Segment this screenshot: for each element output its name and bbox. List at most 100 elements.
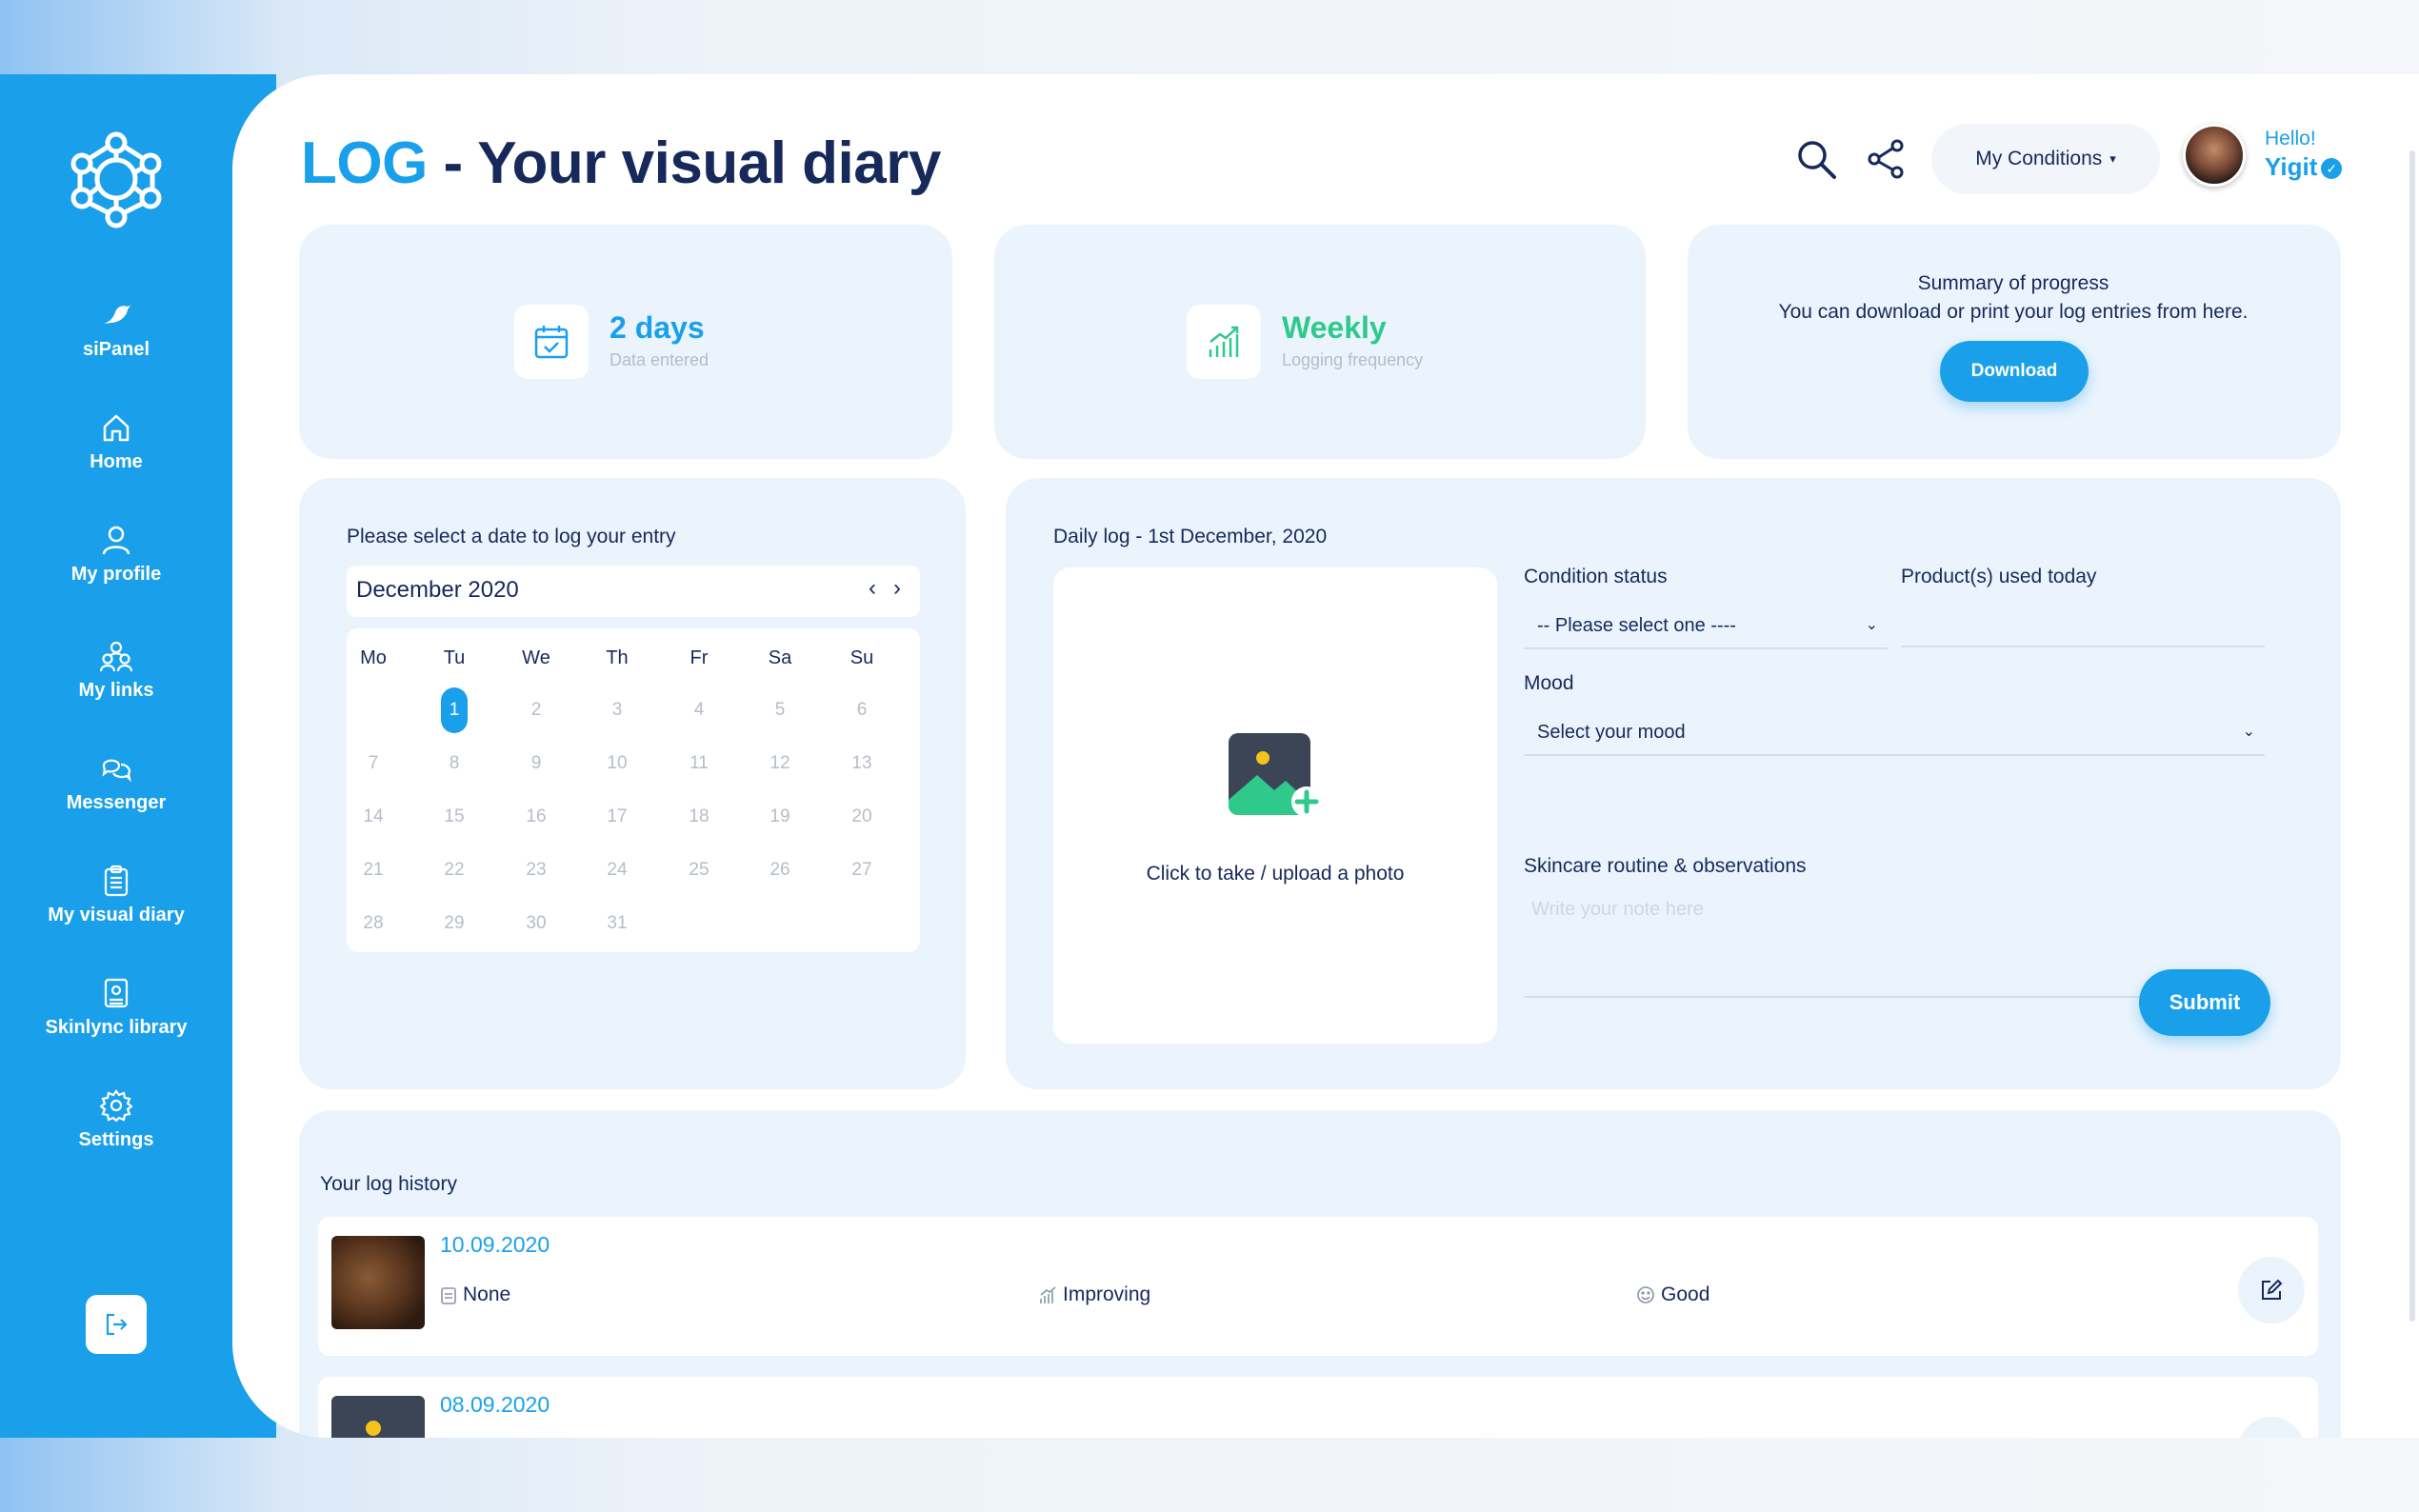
nav-my-links[interactable]: My links	[0, 640, 232, 702]
scrollbar[interactable]	[2409, 150, 2415, 1322]
entry-mood-text: Good	[1661, 1283, 1710, 1305]
search-icon[interactable]	[1794, 137, 1838, 181]
calendar-day-number: 14	[363, 806, 384, 826]
calendar-day[interactable]: 13	[835, 743, 889, 785]
share-icon[interactable]	[1865, 137, 1909, 181]
my-conditions-dropdown[interactable]: My Conditions ▾	[1931, 124, 2160, 194]
nav-my-visual-diary[interactable]: My visual diary	[0, 865, 232, 926]
calendar-day-number: 22	[444, 860, 465, 880]
nav-sipanel[interactable]: siPanel	[0, 299, 232, 361]
mood-select[interactable]: Select your mood ⌄	[1524, 712, 2265, 756]
calendar-day[interactable]: 17	[590, 796, 644, 838]
calendar-day-number: 25	[689, 860, 710, 880]
submit-button[interactable]: Submit	[2139, 969, 2270, 1036]
calendar-day[interactable]: 21	[347, 849, 400, 891]
calendar-day[interactable]: 10	[590, 743, 644, 785]
calendar-day[interactable]: 27	[835, 849, 889, 891]
library-icon	[104, 978, 129, 1008]
nav-settings[interactable]: Settings	[0, 1089, 232, 1151]
logout-icon	[106, 1313, 128, 1336]
calendar-day[interactable]: 26	[753, 849, 807, 891]
nav-my-profile[interactable]: My profile	[0, 524, 232, 586]
calendar-day-number: 29	[444, 913, 465, 933]
chevron-down-icon: ⌄	[1865, 617, 1878, 633]
calendar-day[interactable]: 11	[672, 743, 726, 785]
add-image-icon	[1229, 733, 1322, 817]
calendar-card: Please select a date to log your entry D…	[299, 478, 966, 1089]
calendar-day[interactable]: 25	[672, 849, 726, 891]
growth-chart-icon	[1187, 305, 1261, 379]
verified-check-icon: ✓	[2321, 158, 2343, 180]
nav-label: Home	[90, 451, 143, 472]
frequency-label: Logging frequency	[1282, 350, 1424, 369]
logout-button[interactable]	[86, 1295, 147, 1354]
log-history-card: Your log history 10.09.2020 None Improvi…	[299, 1110, 2341, 1438]
calendar-day[interactable]: 30	[510, 903, 563, 945]
condition-status-select[interactable]: -- Please select one ---- ⌄	[1524, 606, 1888, 649]
chevron-right-icon[interactable]: ›	[893, 575, 901, 602]
calendar-day[interactable]: 20	[835, 796, 889, 838]
edit-entry-button[interactable]	[2238, 1417, 2305, 1438]
calendar-month: December 2020	[356, 577, 519, 603]
calendar-day-number: 20	[851, 806, 872, 826]
calendar-day[interactable]: 16	[510, 796, 563, 838]
calendar-day[interactable]: 14	[347, 796, 400, 838]
calendar-header: December 2020 ‹ ›	[347, 566, 920, 617]
calendar-day[interactable]: 28	[347, 903, 400, 945]
calendar-day[interactable]: 3	[590, 689, 644, 731]
calendar-day[interactable]: 18	[672, 796, 726, 838]
my-conditions-label: My Conditions	[1975, 148, 2103, 169]
calendar-weekday: Tu	[443, 647, 466, 668]
edit-entry-button[interactable]	[2238, 1257, 2305, 1323]
history-row[interactable]: 10.09.2020 None Improving Good	[318, 1217, 2318, 1356]
calendar-day[interactable]: 6	[835, 689, 889, 731]
stat-card-days: 2 days Data entered	[299, 225, 952, 459]
calendar-day[interactable]: 22	[428, 849, 481, 891]
clipboard-icon	[104, 865, 129, 897]
calendar-day[interactable]: 12	[753, 743, 807, 785]
calendar-day[interactable]: 31	[590, 903, 644, 945]
calendar-day-number: 15	[444, 806, 465, 826]
summary-description: You can download or print your log entri…	[1778, 301, 2249, 323]
calendar-day[interactable]: 15	[428, 796, 481, 838]
calendar-day-number: 2	[530, 700, 542, 720]
history-row[interactable]: 08.09.2020	[318, 1377, 2318, 1438]
entry-product: None	[440, 1283, 510, 1306]
calendar-day[interactable]: 19	[753, 796, 807, 838]
stat-card-frequency: Weekly Logging frequency	[994, 225, 1646, 459]
smiley-icon	[1637, 1286, 1654, 1303]
calendar-day-number: 6	[856, 700, 868, 720]
calendar-day[interactable]: 8	[428, 743, 481, 785]
chevron-left-icon[interactable]: ‹	[869, 575, 876, 602]
calendar-day-number: 28	[363, 913, 384, 933]
download-button[interactable]: Download	[1940, 341, 2089, 402]
nav-home[interactable]: Home	[0, 411, 232, 473]
calendar-day[interactable]: 2	[510, 689, 563, 731]
entry-thumbnail-placeholder	[331, 1396, 425, 1438]
nav-label: Messenger	[66, 792, 167, 813]
calendar-day[interactable]: 5	[753, 689, 807, 731]
calendar-day[interactable]: 29	[428, 903, 481, 945]
calendar-day[interactable]: 23	[510, 849, 563, 891]
app-logo-icon[interactable]	[67, 129, 166, 229]
products-input[interactable]	[1901, 606, 2265, 647]
avatar[interactable]	[2183, 124, 2246, 187]
entry-date: 08.09.2020	[440, 1392, 550, 1417]
nav-skinlync-library[interactable]: Skinlync library	[0, 977, 232, 1039]
days-label: Data entered	[610, 350, 710, 369]
calendar-day-number: 30	[526, 913, 547, 933]
calendar-day-number: 19	[770, 806, 790, 826]
users-icon	[100, 641, 132, 672]
history-title: Your log history	[320, 1173, 457, 1195]
photo-upload-area[interactable]: Click to take / upload a photo	[1053, 567, 1497, 1044]
page-title-accent: LOG	[301, 130, 428, 196]
calendar-day[interactable]: 9	[510, 743, 563, 785]
calendar-day-selected[interactable]: 1	[428, 687, 481, 733]
nav-messenger[interactable]: Messenger	[0, 752, 232, 814]
calendar-day[interactable]: 4	[672, 689, 726, 731]
calendar-day-number: 16	[526, 806, 547, 826]
calendar-day[interactable]: 24	[590, 849, 644, 891]
calendar-day[interactable]: 7	[347, 743, 400, 785]
username[interactable]: Yigit ✓	[2265, 152, 2343, 182]
entry-date: 10.09.2020	[440, 1232, 550, 1257]
